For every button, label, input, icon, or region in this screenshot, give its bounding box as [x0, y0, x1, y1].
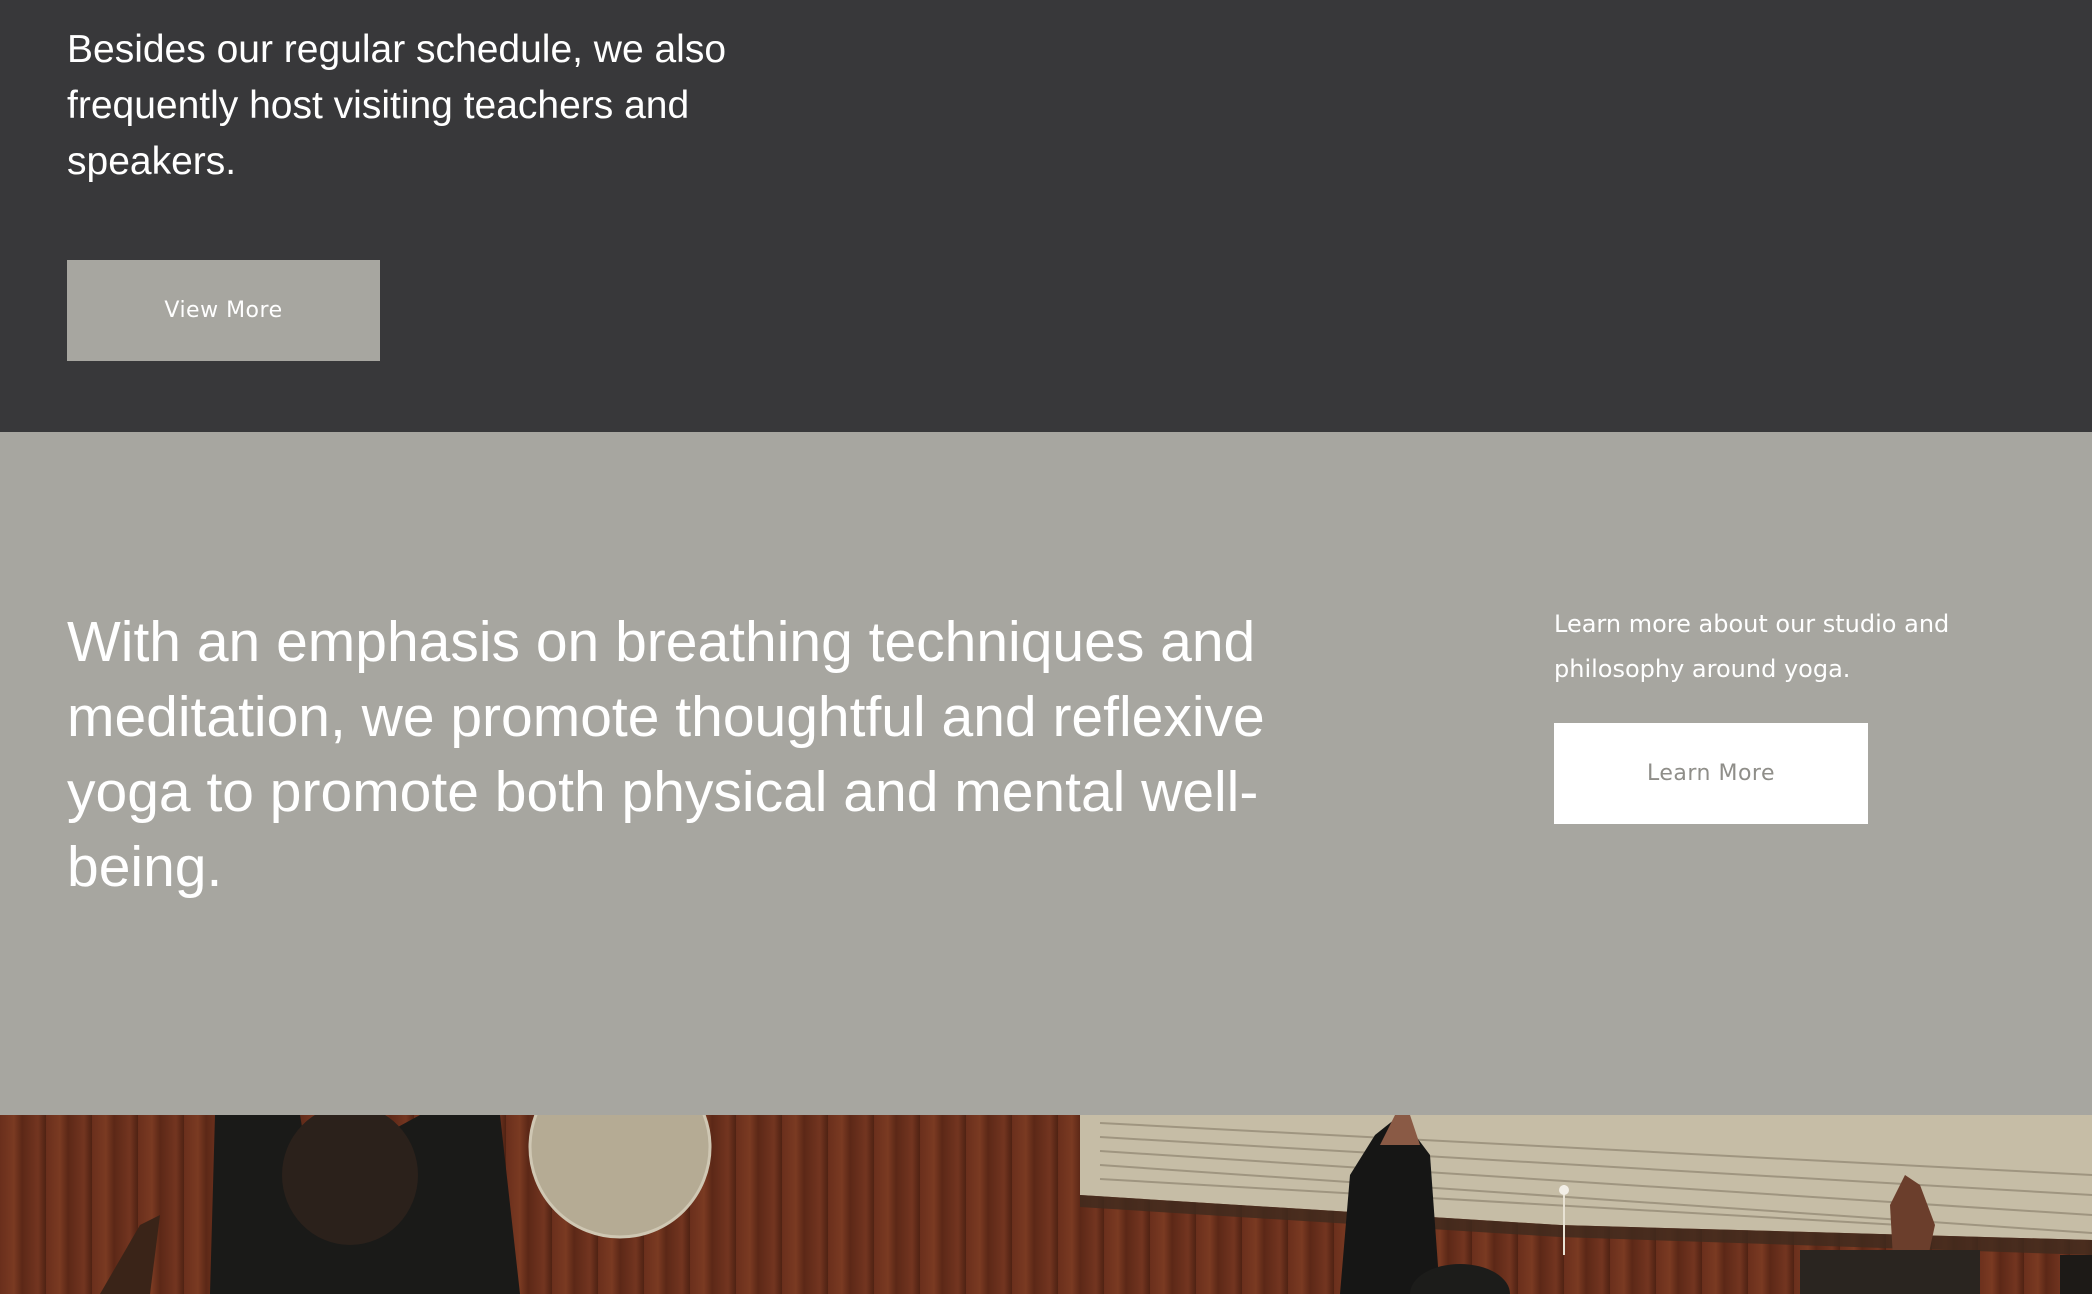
studio-intro-text: Learn more about our studio and philosop…	[1554, 610, 1950, 683]
yoga-class-photo	[0, 1115, 2092, 1294]
philosophy-section: With an emphasis on breathing techniques…	[0, 432, 2092, 1115]
back-window	[1800, 1250, 1980, 1294]
visiting-teachers-text: Besides our regular schedule, we also fr…	[67, 28, 727, 183]
philosophy-headline: With an emphasis on breathing techniques…	[67, 610, 1265, 899]
person-far-left-arm	[100, 1215, 160, 1294]
yoga-class-illustration	[100, 1115, 2092, 1294]
visiting-teachers-section: Besides our regular schedule, we also fr…	[0, 0, 2092, 432]
ceiling-panel	[1080, 1115, 2092, 1240]
hanging-light	[1559, 1185, 1569, 1195]
pendant-lamp	[530, 1115, 710, 1237]
page: Besides our regular schedule, we also fr…	[0, 0, 2092, 1294]
learn-more-button[interactable]: Learn More	[1554, 723, 1868, 824]
person-edge-right	[2060, 1255, 2092, 1294]
view-more-button[interactable]: View More	[67, 260, 380, 361]
